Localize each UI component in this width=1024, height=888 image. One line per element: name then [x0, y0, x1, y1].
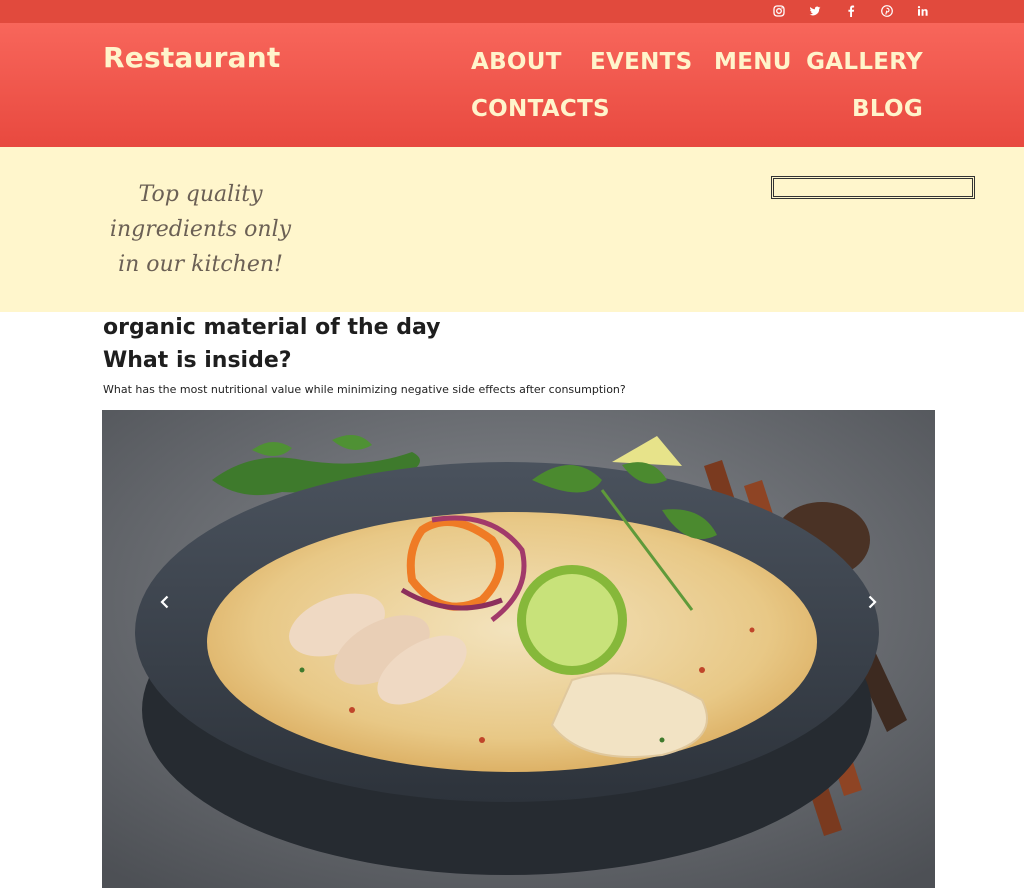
nav-blog[interactable]: BLOG	[852, 96, 923, 122]
social-bar	[0, 0, 1024, 23]
nav-gallery[interactable]: GALLERY	[806, 49, 923, 75]
nav-menu[interactable]: MENU	[714, 49, 792, 75]
site-header: Restaurant ABOUT EVENTS MENU GALLERY CON…	[0, 23, 1024, 147]
linkedin-icon[interactable]	[915, 3, 931, 19]
nav-contacts[interactable]: CONTACTS	[471, 96, 610, 122]
chevron-right-icon	[868, 595, 877, 609]
carousel-prev-button[interactable]	[153, 590, 177, 614]
facebook-icon[interactable]	[843, 3, 859, 19]
nav-events[interactable]: EVENTS	[590, 49, 693, 75]
nav-about[interactable]: ABOUT	[471, 49, 562, 75]
social-icons	[771, 3, 931, 19]
section-subtitle: What is inside?	[103, 348, 292, 373]
pinterest-icon[interactable]	[879, 3, 895, 19]
instagram-icon[interactable]	[771, 3, 787, 19]
tagline-band: Top quality ingredients only in our kitc…	[0, 147, 1024, 312]
section-description: What has the most nutritional value whil…	[103, 383, 626, 396]
twitter-icon[interactable]	[807, 3, 823, 19]
carousel-next-button[interactable]	[860, 590, 884, 614]
search-input[interactable]	[771, 176, 975, 199]
brand-logo[interactable]: Restaurant	[103, 41, 280, 74]
tagline-text: Top quality ingredients only in our kitc…	[109, 182, 292, 277]
chevron-left-icon	[160, 595, 169, 609]
image-carousel	[102, 410, 935, 888]
soup-photo	[102, 410, 935, 888]
section-title: organic material of the day	[103, 315, 441, 340]
